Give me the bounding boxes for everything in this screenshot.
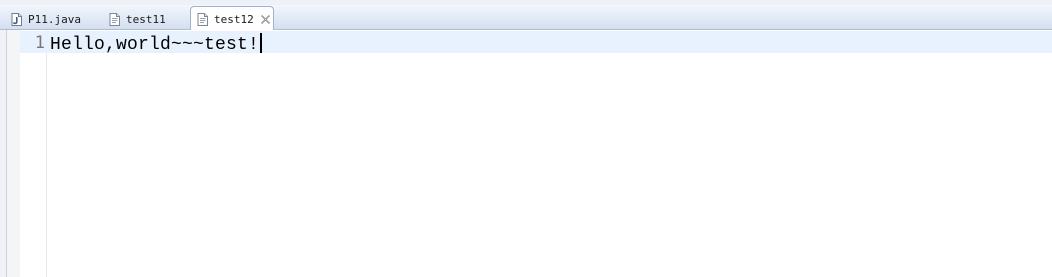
java-file-icon <box>11 12 22 26</box>
code-line[interactable]: Hello,world~~~test! <box>50 33 263 55</box>
tab-label: test11 <box>126 12 166 26</box>
close-icon[interactable] <box>260 14 271 25</box>
text-file-icon <box>109 12 120 26</box>
tab-label: P11.java <box>28 12 81 26</box>
text-file-icon <box>197 12 208 26</box>
code-line-text: Hello,world~~~test! <box>50 35 260 55</box>
editor-window: P11.java test11 test12 1 Hello,world~~~t… <box>0 0 1052 277</box>
editor-left-border <box>0 30 7 277</box>
tab-test11[interactable]: test11 <box>109 7 189 31</box>
editor-tab-bar: P11.java test11 test12 <box>0 0 1052 35</box>
overview-ruler <box>7 30 20 277</box>
text-caret <box>260 33 263 53</box>
line-number-gutter <box>20 30 47 277</box>
tab-label: test12 <box>214 12 254 26</box>
line-number: 1 <box>34 33 45 53</box>
tab-p11-java[interactable]: P11.java <box>11 7 101 31</box>
text-editor[interactable]: 1 Hello,world~~~test! <box>0 30 1052 277</box>
